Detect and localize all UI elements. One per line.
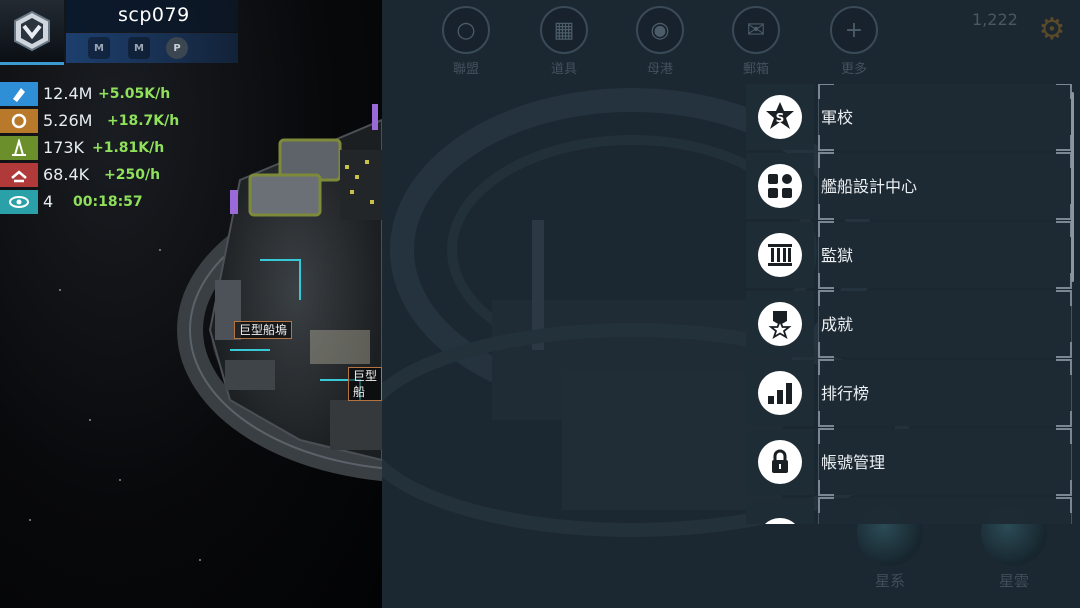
resource-row-crystal[interactable]: 12.4M +5.05K/h: [0, 82, 200, 106]
player-badges: M M P: [66, 33, 238, 63]
mail-icon: ✉: [732, 6, 780, 54]
academy-icon: S: [758, 95, 802, 139]
nav-mailbox[interactable]: ✉ 郵箱: [726, 6, 786, 77]
menu-item-ship-design[interactable]: 艦船設計中心: [746, 152, 1072, 220]
menu-icon-box: [746, 498, 814, 524]
menu-card: 監獄: [818, 221, 1072, 289]
menu-item-prison[interactable]: 監獄: [746, 221, 1072, 289]
menu-card: 排行榜: [818, 359, 1072, 427]
resource-amount: 68.4K: [43, 165, 90, 184]
badge-p-icon[interactable]: P: [166, 37, 188, 59]
menu-card: 帳號管理: [818, 428, 1072, 496]
helmet-icon: ◉: [636, 6, 684, 54]
nav-items-label: 道具: [550, 62, 577, 77]
menu-item-achievement[interactable]: 成就: [746, 290, 1072, 358]
resource-row-ore[interactable]: 5.26M +18.7K/h: [0, 109, 200, 133]
menu-card: [818, 497, 1072, 524]
menu-icon-box: [746, 222, 814, 288]
settings-icon: [758, 518, 802, 524]
nav-alliance-label: 聯盟: [452, 62, 479, 77]
menu-item-label: 監獄: [821, 246, 854, 265]
menu-icon-box: [746, 429, 814, 495]
resource-rate: +18.7K/h: [107, 113, 180, 129]
nav-mailbox-label: 郵箱: [742, 62, 769, 77]
energy-icon: [0, 136, 38, 160]
resource-amount: 4: [43, 192, 54, 211]
menu-item-label: 艦船設計中心: [821, 177, 918, 196]
resource-rate: +250/h: [104, 167, 161, 183]
resource-rate: +1.81K/h: [92, 140, 165, 156]
menu-card: 成就: [818, 290, 1072, 358]
nav-alliance[interactable]: ○ 聯盟: [436, 6, 496, 77]
nav-galaxy-label: 星系: [874, 572, 905, 590]
nav-home-port-label: 母港: [646, 62, 673, 77]
ranking-icon: [758, 371, 802, 415]
resource-amount: 173K: [43, 138, 85, 157]
menu-scrollbar[interactable]: [1071, 92, 1074, 282]
badge-m-icon[interactable]: M: [88, 37, 110, 59]
eye-icon: [0, 190, 38, 214]
resource-row-scouts[interactable]: 4 00:18:57: [0, 190, 200, 214]
menu-item-account[interactable]: 帳號管理: [746, 428, 1072, 496]
resource-row-parts[interactable]: 68.4K +250/h: [0, 163, 200, 187]
menu-item-academy[interactable]: S 軍校: [746, 84, 1072, 151]
resource-amount: 12.4M: [43, 84, 93, 103]
gear-icon[interactable]: ⚙: [1034, 12, 1070, 48]
menu-item-settings[interactable]: [746, 497, 1072, 524]
prison-icon: [758, 233, 802, 277]
timer-text: 00:18:57: [73, 194, 143, 210]
resource-rate: +5.05K/h: [98, 86, 171, 102]
nav-home-port[interactable]: ◉ 母港: [630, 6, 690, 77]
plus-icon: +: [830, 6, 878, 54]
nav-nebula-label: 星雲: [998, 572, 1029, 590]
scene-label-dock-2[interactable]: 巨型船: [348, 367, 382, 401]
menu-item-ranking[interactable]: 排行榜: [746, 359, 1072, 427]
lock-icon: [758, 440, 802, 484]
parts-icon: [0, 163, 38, 187]
menu-icon-box: S: [746, 84, 814, 150]
menu-item-label: 軍校: [821, 108, 854, 127]
avatar[interactable]: [0, 0, 64, 65]
nav-more-label: 更多: [840, 62, 867, 77]
badge-m-2-icon[interactable]: M: [128, 37, 150, 59]
nav-more[interactable]: + 更多: [824, 6, 884, 77]
svg-text:S: S: [776, 111, 785, 125]
currency-amount: 1,222: [972, 10, 1018, 29]
menu-card: 艦船設計中心: [818, 152, 1072, 220]
chest-icon: ▦: [540, 6, 588, 54]
player-name: scp079: [118, 4, 190, 26]
menu-icon-box: [746, 153, 814, 219]
achievement-icon: [758, 302, 802, 346]
scene-label-dock[interactable]: 巨型船塢: [234, 321, 293, 339]
menu-item-label: 排行榜: [821, 384, 870, 403]
menu-icon-box: [746, 291, 814, 357]
globe-icon: ○: [442, 6, 490, 54]
menu-item-label: 帳號管理: [821, 453, 886, 472]
resource-row-energy[interactable]: 173K +1.81K/h: [0, 136, 200, 160]
crystal-icon: [0, 82, 38, 106]
ship-design-icon: [758, 164, 802, 208]
ore-icon: [0, 109, 38, 133]
player-name-bar: scp079: [66, 0, 238, 32]
menu-item-label: 成就: [821, 315, 854, 334]
player-profile: scp079 M M P: [0, 0, 240, 65]
more-menu[interactable]: S 軍校 艦船設計中心 監獄 成就 排行榜 帳號管理: [746, 84, 1076, 524]
nav-items[interactable]: ▦ 道具: [534, 6, 594, 77]
resource-amount: 5.26M: [43, 111, 93, 130]
menu-icon-box: [746, 360, 814, 426]
menu-card: 軍校: [818, 84, 1072, 151]
rank-emblem-icon: [14, 10, 50, 52]
